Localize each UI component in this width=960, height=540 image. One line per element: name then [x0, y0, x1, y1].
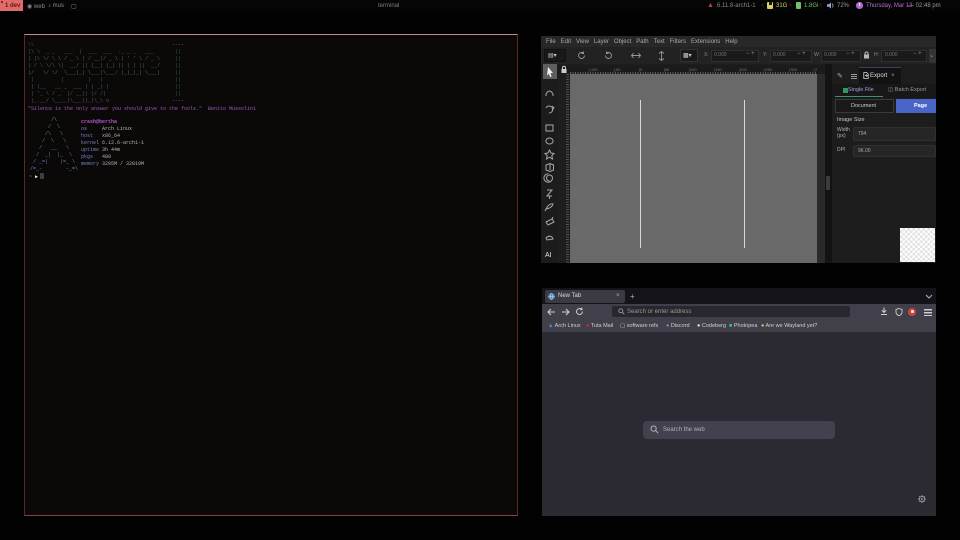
- svg-text:AI: AI: [545, 252, 552, 259]
